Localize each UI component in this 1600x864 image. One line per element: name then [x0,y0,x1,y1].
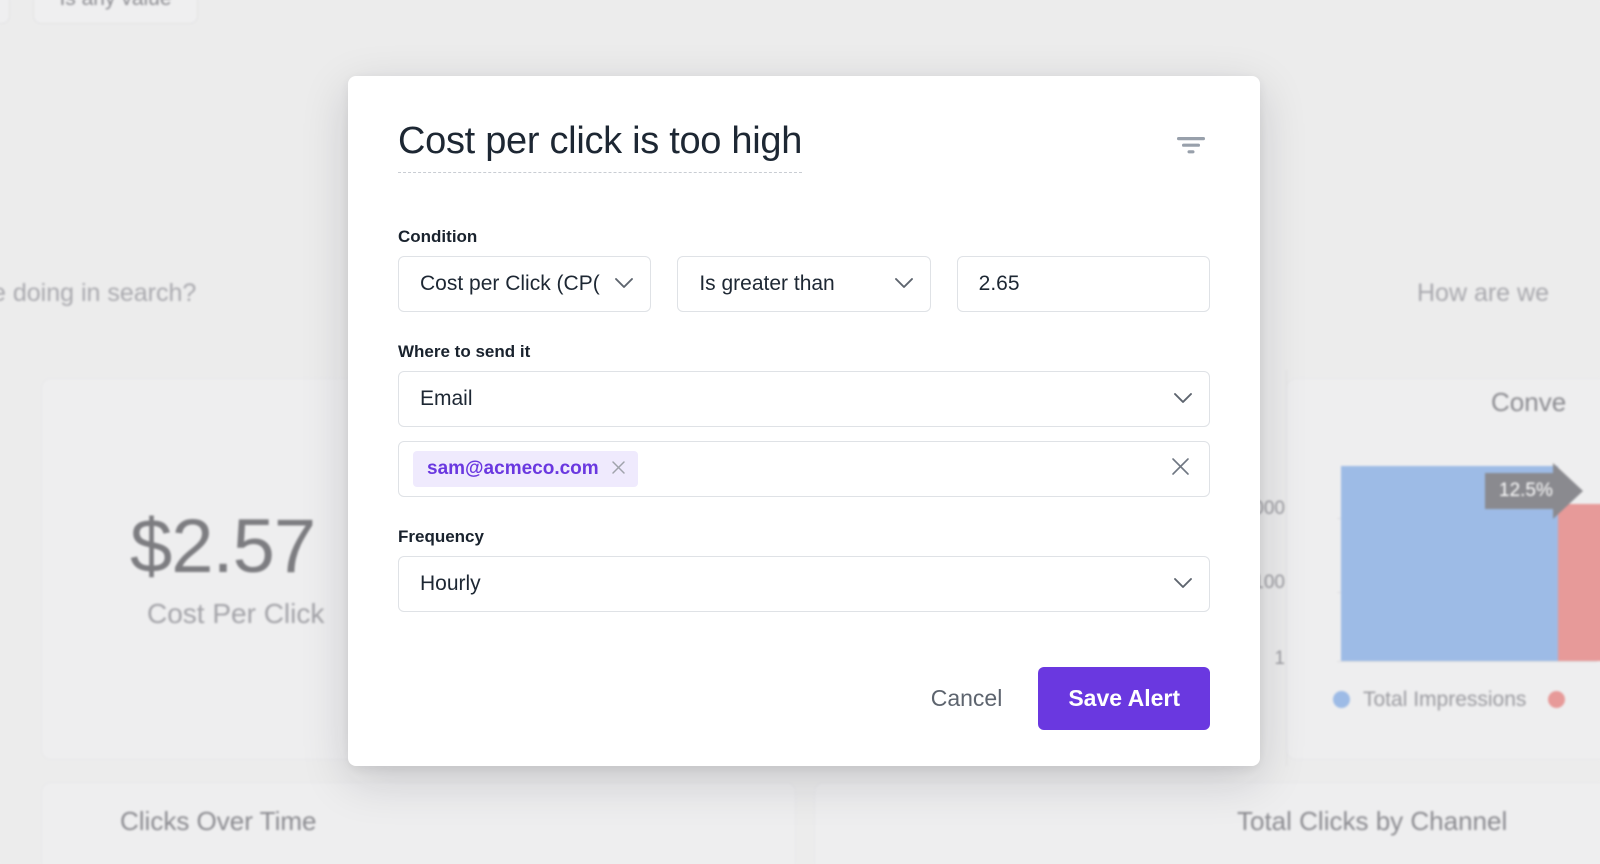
card-title-clicks-over-time: Clicks Over Time [120,806,317,836]
card-title-conversion: Conve [1491,387,1567,417]
metric-select-value: Cost per Click (CP( [420,271,600,295]
operator-select-value: Is greater than [699,271,835,295]
card-title-total-clicks-by-channel: Total Clicks by Channel [1237,806,1508,836]
legend-label-total-impressions: Total Impressions [1363,688,1527,711]
modal-footer: Cancel Save Alert [905,667,1210,730]
chevron-down-icon [1173,572,1193,596]
modal-header: Cost per click is too high [398,120,1210,173]
condition-label: Condition [398,226,478,246]
cancel-button[interactable]: Cancel [905,671,1029,726]
clear-recipients-icon[interactable] [1170,456,1195,481]
destination-channel-select[interactable]: Email [398,370,1210,427]
legend-dot-total-clicks [1548,691,1565,708]
condition-section: Condition Cost per Click (CP( Is greater… [398,227,1210,312]
funnel-conversion-arrow [1553,463,1583,519]
close-icon[interactable] [611,459,626,479]
save-alert-button[interactable]: Save Alert [1038,667,1210,730]
funnel-gridline-3 [1337,661,1597,662]
section-question-search: e doing in search? [0,279,197,307]
recipient-chip: sam@acmeco.com [413,450,638,487]
filter-pill-label: Is any value [59,0,171,11]
funnel-conversion-badge-label: 12.5% [1499,480,1553,501]
funnel-conversion-badge: 12.5% [1485,473,1553,509]
frequency-section: Frequency Hourly [398,527,1210,612]
recipients-field[interactable]: sam@acmeco.com [398,440,1210,497]
filter-icon[interactable] [1176,120,1210,161]
legend-dot-total-impressions [1333,691,1350,708]
chevron-down-icon [1173,387,1193,411]
threshold-input-wrapper[interactable]: 2.65 [956,255,1210,312]
recipient-chip-label: sam@acmeco.com [427,457,599,479]
kpi-label: Cost Per Click [147,598,325,629]
funnel-bar-clicks[interactable] [1558,504,1600,661]
destination-section: Where to send it Email sam@acmeco.com [398,342,1210,497]
operator-select[interactable]: Is greater than [677,255,931,312]
threshold-input-value: 2.65 [978,271,1020,295]
alert-title-input[interactable]: Cost per click is too high [398,120,802,173]
card-divider [1286,370,1287,766]
condition-row: Cost per Click (CP( Is greater than 2.65 [398,255,1210,312]
chevron-down-icon [614,272,634,296]
filter-pill-is-any-value[interactable]: Is any value [33,0,198,24]
chevron-down-icon [894,272,914,296]
destination-label: Where to send it [398,341,531,361]
alert-settings-modal: Cost per click is too high Condition Cos… [348,76,1260,766]
filter-pill-partial [0,0,10,24]
metric-select[interactable]: Cost per Click (CP( [398,255,652,312]
destination-channel-value: Email [420,386,473,410]
section-question-right: How are we [1417,279,1549,307]
frequency-select-value: Hourly [420,571,481,595]
kpi-value: $2.57 [130,504,316,589]
frequency-label: Frequency [398,526,484,546]
frequency-select[interactable]: Hourly [398,555,1210,612]
